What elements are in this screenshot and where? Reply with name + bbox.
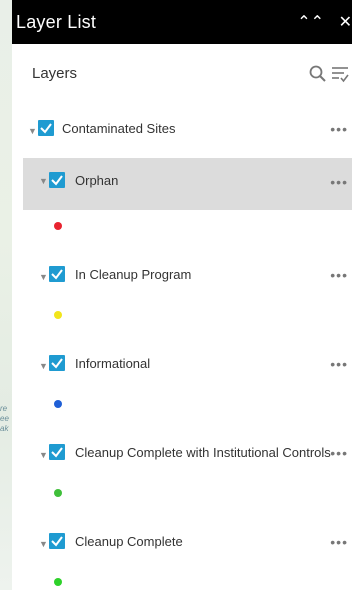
search-icon[interactable] bbox=[308, 64, 328, 84]
layer-label: Cleanup Complete with Institutional Cont… bbox=[75, 445, 331, 460]
layer-row-cleanup-complete[interactable]: ▼ Cleanup Complete ••• bbox=[12, 525, 352, 569]
legend-symbol-cleanup-complete bbox=[54, 578, 62, 586]
filter-icon[interactable] bbox=[330, 64, 350, 84]
checkbox-checked-icon[interactable] bbox=[49, 533, 65, 549]
layer-row-contaminated-sites[interactable]: ▼ Contaminated Sites ••• bbox=[12, 112, 352, 156]
caret-down-icon[interactable]: ▼ bbox=[39, 361, 48, 371]
more-options-icon[interactable]: ••• bbox=[330, 121, 348, 137]
close-icon[interactable]: ✕ bbox=[339, 12, 352, 32]
map-background[interactable] bbox=[0, 0, 12, 590]
legend-symbol-cleanup-complete-institutional-controls bbox=[54, 489, 62, 497]
panel-titlebar: Layer List ⌃⌃ ✕ bbox=[12, 0, 352, 44]
caret-down-icon[interactable]: ▼ bbox=[39, 539, 48, 549]
layers-header: Layers bbox=[12, 44, 352, 106]
checkbox-checked-icon[interactable] bbox=[49, 172, 65, 188]
more-options-icon[interactable]: ••• bbox=[330, 267, 348, 283]
more-options-icon[interactable]: ••• bbox=[330, 356, 348, 372]
caret-down-icon[interactable]: ▼ bbox=[28, 126, 37, 136]
layer-row-orphan[interactable]: ▼ Orphan ••• bbox=[23, 158, 352, 210]
layer-label: Orphan bbox=[75, 173, 119, 188]
checkbox-checked-icon[interactable] bbox=[49, 444, 65, 460]
layer-row-in-cleanup-program[interactable]: ▼ In Cleanup Program ••• bbox=[12, 258, 352, 302]
checkbox-checked-icon[interactable] bbox=[49, 355, 65, 371]
checkbox-checked-icon[interactable] bbox=[49, 266, 65, 282]
panel-title: Layer List bbox=[16, 11, 97, 32]
layer-row-cleanup-complete-institutional-controls[interactable]: ▼ Cleanup Complete with Institutional Co… bbox=[12, 436, 352, 480]
legend-symbol-orphan bbox=[54, 222, 62, 230]
layer-label: Contaminated Sites bbox=[62, 121, 176, 136]
more-options-icon[interactable]: ••• bbox=[330, 445, 348, 461]
layer-row-informational[interactable]: ▼ Informational ••• bbox=[12, 347, 352, 391]
more-options-icon[interactable]: ••• bbox=[330, 174, 348, 190]
layer-label: Informational bbox=[75, 356, 151, 371]
caret-down-icon[interactable]: ▼ bbox=[39, 176, 48, 186]
caret-down-icon[interactable]: ▼ bbox=[39, 272, 48, 282]
collapse-icon[interactable]: ⌃⌃ bbox=[297, 12, 324, 32]
more-options-icon[interactable]: ••• bbox=[330, 534, 348, 550]
checkbox-checked-icon[interactable] bbox=[38, 120, 54, 136]
legend-symbol-in-cleanup-program bbox=[54, 311, 62, 319]
layers-label: Layers bbox=[32, 65, 78, 82]
caret-down-icon[interactable]: ▼ bbox=[39, 450, 48, 460]
legend-symbol-informational bbox=[54, 400, 62, 408]
layer-label: Cleanup Complete bbox=[75, 534, 183, 549]
map-fragment: re ee ak bbox=[0, 404, 9, 433]
layer-list-panel: Layer List ⌃⌃ ✕ Layers ▼ Contaminated Si… bbox=[12, 0, 352, 590]
layer-label: In Cleanup Program bbox=[75, 267, 192, 282]
